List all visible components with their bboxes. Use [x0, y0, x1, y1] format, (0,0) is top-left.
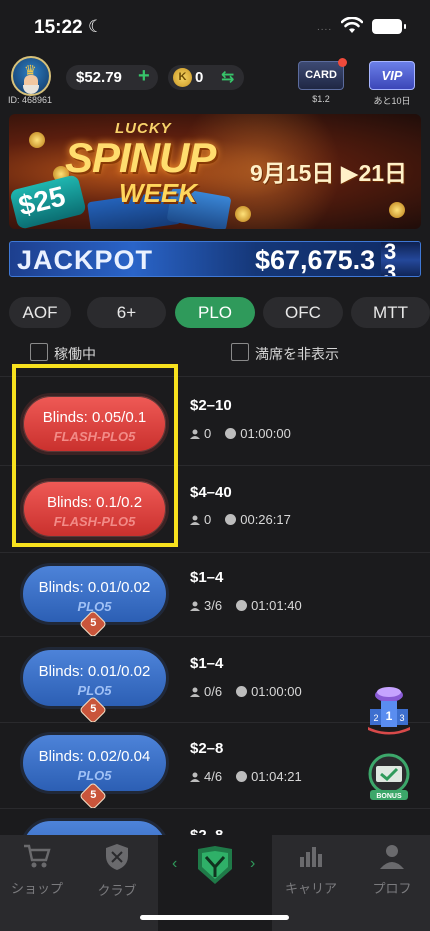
jackpot-roller: 3 3 — [381, 242, 420, 276]
clock-icon — [225, 514, 237, 525]
coin-amount: 0 — [195, 69, 204, 86]
game-type: PLO5 — [77, 768, 112, 783]
status-bar: 15:22 ☾ .... — [0, 0, 430, 56]
player-count: 4/6 — [204, 769, 223, 784]
game-type: PLO5 — [77, 683, 112, 698]
table-time: 00:26:17 — [240, 512, 291, 527]
player-count: 0/6 — [204, 684, 223, 699]
clock-icon — [236, 600, 248, 611]
exchange-icon[interactable]: ⇆ — [221, 67, 234, 87]
wifi-icon — [341, 17, 363, 33]
player-count: 3/6 — [204, 598, 223, 613]
nav-profile[interactable]: プロフ — [357, 843, 427, 897]
blinds-text: Blinds: 0.01/0.02 — [38, 579, 151, 596]
clock-icon — [236, 771, 248, 782]
vip-button[interactable]: VIP — [369, 61, 415, 90]
signal-icon: .... — [317, 22, 333, 33]
promo-banner[interactable]: $25 LUCKY SPINUP WEEK 9月15日 ▶21日 — [9, 114, 421, 229]
table-time: 01:01:40 — [251, 598, 302, 613]
card-label: CARD — [305, 69, 337, 81]
coin-icon: K — [173, 68, 192, 87]
tab-ofc[interactable]: OFC — [263, 297, 343, 328]
ranking-icon[interactable]: 1 2 3 — [366, 683, 412, 735]
svg-text:BONUS: BONUS — [376, 793, 402, 800]
stakes-range: $2–10 — [190, 397, 232, 414]
balance-amount: $52.79 — [76, 69, 122, 86]
stakes-range: $1–4 — [190, 655, 224, 672]
chevron-right-icon[interactable]: › — [250, 855, 255, 873]
highlight-box — [12, 364, 178, 547]
hide-full-label: 満席を非表示 — [255, 346, 339, 362]
nav-career[interactable]: キャリア — [276, 843, 346, 897]
person-icon — [190, 601, 200, 611]
profile-icon — [380, 845, 404, 869]
table-meta: 4/6 01:04:21 — [190, 769, 302, 784]
vip-remaining: あと10日 — [373, 96, 411, 106]
avatar[interactable]: ♛ — [11, 56, 51, 96]
running-checkbox[interactable] — [30, 343, 48, 361]
blinds-text: Blinds: 0.01/0.02 — [38, 663, 151, 680]
logo-icon — [198, 846, 232, 884]
top-header: ♛ ID: 468961 $52.79 + K 0 ⇆ CARD $1.2 VI… — [0, 56, 430, 108]
moon-icon: ☾ — [88, 17, 104, 36]
table-time: 01:00:00 — [240, 426, 291, 441]
running-label: 稼働中 — [54, 346, 96, 362]
user-id: ID: 468961 — [8, 95, 53, 105]
card-button[interactable]: CARD — [298, 58, 347, 90]
svg-text:1: 1 — [386, 709, 393, 723]
svg-text:2: 2 — [373, 713, 378, 723]
stakes-range: $1–4 — [190, 569, 224, 586]
person-icon — [190, 515, 200, 525]
nav-club[interactable]: クラブ — [82, 843, 152, 899]
jackpot-bar[interactable]: JACKPOT $67,675.3 3 3 — [9, 241, 421, 277]
vip-label: VIP — [381, 68, 403, 83]
coin-decoration — [235, 206, 251, 222]
person-icon — [190, 687, 200, 697]
player-count: 0 — [204, 512, 212, 527]
cart-icon — [24, 844, 51, 868]
bonus-icon[interactable]: BONUS — [364, 752, 414, 804]
shield-icon — [106, 844, 128, 870]
blinds-text: Blinds: 0.02/0.04 — [38, 748, 151, 765]
tab-6plus[interactable]: 6+ — [87, 297, 166, 328]
banner-week: WEEK — [119, 178, 197, 208]
person-icon — [190, 772, 200, 782]
coin-pill[interactable]: K 0 ⇆ — [168, 65, 244, 90]
person-icon — [190, 429, 200, 439]
table-meta: 0 01:00:00 — [190, 426, 291, 441]
stakes-range: $4–40 — [190, 484, 232, 501]
svg-text:3: 3 — [399, 713, 404, 723]
coin-decoration — [29, 132, 45, 148]
table-time: 01:04:21 — [251, 769, 302, 784]
home-indicator — [140, 915, 289, 920]
table-meta: 0 00:26:17 — [190, 512, 291, 527]
nav-shop[interactable]: ショップ — [2, 843, 72, 897]
card-value: $1.2 — [312, 94, 330, 104]
bar-chart-icon — [300, 847, 322, 867]
table-meta: 0/6 01:00:00 — [190, 684, 302, 699]
jackpot-label: JACKPOT — [17, 245, 154, 275]
balance-pill[interactable]: $52.79 + — [66, 65, 158, 90]
notification-dot — [338, 58, 347, 67]
chevron-left-icon[interactable]: ‹ — [172, 855, 177, 873]
tab-plo[interactable]: PLO — [175, 297, 255, 328]
stakes-range: $2–8 — [190, 740, 224, 757]
hide-full-checkbox[interactable] — [231, 343, 249, 361]
add-funds-icon[interactable]: + — [138, 65, 150, 88]
tab-aof[interactable]: AOF — [9, 297, 71, 328]
battery-icon — [372, 19, 406, 34]
player-count: 0 — [204, 426, 212, 441]
status-time: 15:22 — [34, 17, 83, 38]
clock-icon — [236, 686, 248, 697]
clock-icon — [225, 428, 237, 439]
table-time: 01:00:00 — [251, 684, 302, 699]
jackpot-value: $67,675.3 — [255, 245, 376, 275]
banner-title: SPINUP — [65, 134, 216, 181]
banner-date: 9月15日 ▶21日 — [250, 160, 408, 186]
table-meta: 3/6 01:01:40 — [190, 598, 302, 613]
coin-decoration — [389, 202, 405, 218]
bonus-chip: $25 — [9, 174, 87, 229]
tab-mtt[interactable]: MTT — [351, 297, 430, 328]
